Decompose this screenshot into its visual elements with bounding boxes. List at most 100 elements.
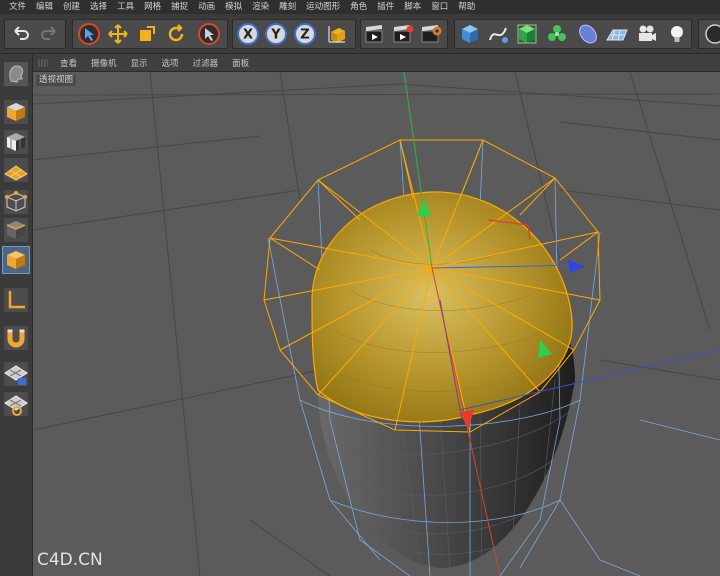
- deformer-button[interactable]: [575, 21, 601, 47]
- undo-icon: [14, 26, 29, 40]
- scale-icon: [140, 26, 155, 41]
- deformer-icon: [579, 24, 597, 44]
- menu-tools[interactable]: 工具: [112, 0, 139, 14]
- menu-simulate[interactable]: 模拟: [220, 0, 247, 14]
- camera-icon: [639, 25, 656, 41]
- polygons-mode-button[interactable]: [2, 246, 30, 274]
- recent-tool-button[interactable]: [196, 21, 222, 47]
- menu-help[interactable]: 帮助: [453, 0, 480, 14]
- undo-button[interactable]: [8, 21, 34, 47]
- x-axis-lock-button[interactable]: X: [235, 21, 261, 47]
- polygons-cube-icon: [7, 251, 25, 269]
- viewport-menu-filter[interactable]: 过滤器: [186, 57, 226, 69]
- subdivision-cube-icon: [517, 24, 537, 44]
- points-mode-button[interactable]: [2, 188, 30, 216]
- viewport-menu-view[interactable]: 查看: [53, 57, 84, 69]
- make-editable-button[interactable]: [2, 98, 30, 126]
- edges-cube-icon: [4, 218, 28, 242]
- render-view-button[interactable]: [362, 21, 388, 47]
- menu-animate[interactable]: 动画: [193, 0, 220, 14]
- cloner-button[interactable]: [544, 21, 570, 47]
- watermark-logo: C4D.CN: [37, 550, 103, 570]
- viewport-label: 透视视图: [36, 75, 77, 86]
- menu-script[interactable]: 脚本: [399, 0, 426, 14]
- clapperboard-icon: [365, 25, 383, 43]
- viewport-menu-options[interactable]: 选项: [155, 57, 186, 69]
- cloner-icon: [548, 25, 566, 41]
- viewport-menu-panel[interactable]: 面板: [225, 57, 256, 69]
- clapperboard-gear-icon: [421, 25, 442, 43]
- menu-character[interactable]: 角色: [345, 0, 372, 14]
- y-axis-lock-button[interactable]: Y: [263, 21, 289, 47]
- rotate-tool-button[interactable]: [163, 21, 189, 47]
- editable-cube-icon: [4, 100, 28, 124]
- rotate-icon: [168, 24, 184, 42]
- z-axis-icon: Z: [300, 28, 309, 43]
- viewport-menu-cameras[interactable]: 摄像机: [84, 57, 124, 69]
- coordinate-system-button[interactable]: [324, 21, 350, 47]
- axis-mode-button[interactable]: [2, 286, 30, 314]
- z-axis-lock-button[interactable]: Z: [292, 21, 318, 47]
- axis-corner-icon: [4, 288, 28, 312]
- floor-button[interactable]: [604, 21, 630, 47]
- light-button[interactable]: [664, 21, 690, 47]
- layout-button[interactable]: [702, 21, 720, 47]
- light-bulb-icon: [671, 26, 683, 42]
- magnet-icon: [4, 326, 28, 350]
- points-cube-icon: [4, 190, 28, 214]
- sculpt-button[interactable]: [2, 60, 30, 88]
- scale-tool-button[interactable]: [134, 21, 160, 47]
- layout-icon: [705, 24, 720, 44]
- move-icon: [108, 24, 128, 44]
- menu-window[interactable]: 窗口: [426, 0, 453, 14]
- y-axis-icon: Y: [270, 28, 281, 43]
- camera-button[interactable]: [634, 21, 660, 47]
- menu-snap[interactable]: 捕捉: [166, 0, 193, 14]
- grip-handle-icon[interactable]: [38, 59, 48, 67]
- checker-cube-icon: [4, 130, 28, 154]
- redo-icon: [41, 26, 56, 40]
- texture-mode-button[interactable]: [2, 128, 30, 156]
- locked-workplane-button[interactable]: [2, 360, 30, 388]
- dome-selection: [311, 191, 573, 423]
- world-coordinates-icon: [328, 26, 345, 43]
- clapperboard-play-icon: [393, 25, 414, 43]
- edges-mode-button[interactable]: [2, 216, 30, 244]
- render-settings-button[interactable]: [418, 21, 444, 47]
- arrow-cursor-icon: [198, 23, 220, 45]
- menu-mograph[interactable]: 运动图形: [301, 0, 345, 14]
- menu-file[interactable]: 文件: [4, 0, 31, 14]
- grid-rotate-icon: [4, 392, 28, 416]
- planar-workplane-button[interactable]: [2, 390, 30, 418]
- viewport-scene: [33, 72, 720, 576]
- menu-create[interactable]: 创建: [58, 0, 85, 14]
- snapping-button[interactable]: [2, 324, 30, 352]
- render-picture-viewer-button[interactable]: [390, 21, 416, 47]
- cube-icon: [462, 25, 478, 43]
- grid-lock-icon: [4, 362, 28, 386]
- menu-sculpt[interactable]: 雕刻: [274, 0, 301, 14]
- left-tool-palette: [0, 54, 33, 576]
- workplane-button[interactable]: [2, 156, 30, 184]
- workplane-grid-icon: [4, 158, 28, 182]
- perspective-viewport[interactable]: 透视视图 C4D.CN: [33, 72, 720, 576]
- live-selection-button[interactable]: [76, 21, 102, 47]
- x-axis-icon: X: [243, 28, 253, 43]
- floor-grid-icon: [606, 29, 628, 41]
- menu-select[interactable]: 选择: [85, 0, 112, 14]
- menu-render[interactable]: 渲染: [247, 0, 274, 14]
- main-toolbar: X Y Z: [0, 14, 720, 54]
- cube-object-button[interactable]: [457, 21, 483, 47]
- spline-pen-icon: [489, 27, 508, 43]
- selection-cursor-icon: [78, 23, 100, 45]
- menu-edit[interactable]: 编辑: [31, 0, 58, 14]
- subdivision-surface-button[interactable]: [514, 21, 540, 47]
- redo-button[interactable]: [36, 21, 62, 47]
- menu-plugins[interactable]: 插件: [372, 0, 399, 14]
- viewport-menu-display[interactable]: 显示: [124, 57, 155, 69]
- spline-button[interactable]: [485, 21, 511, 47]
- move-tool-button[interactable]: [105, 21, 131, 47]
- menu-bar: 文件 编辑 创建 选择 工具 网格 捕捉 动画 模拟 渲染 雕刻 运动图形 角色…: [0, 0, 720, 14]
- menu-mesh[interactable]: 网格: [139, 0, 166, 14]
- sculpt-head-icon: [4, 62, 28, 86]
